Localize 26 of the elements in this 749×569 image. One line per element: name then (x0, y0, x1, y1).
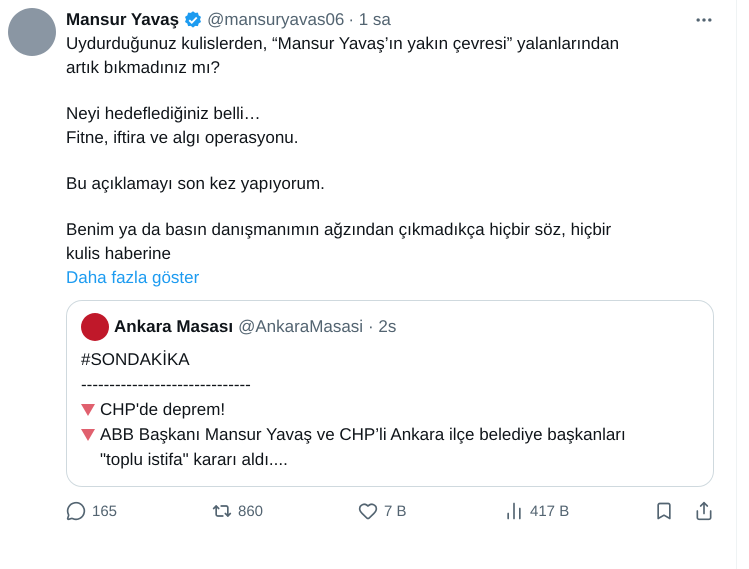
post-text: Uydurduğunuz kulislerden, “Mansur Yavaş’ın yakın çevresi” yalanlarından artık bıkmadınız mı? (66, 33, 620, 79)
share-icon[interactable] (694, 501, 714, 521)
quoted-post-time: · 2s (368, 317, 396, 337)
triangle-icon (81, 404, 95, 416)
quoted-author-handle: @AnkaraMasasi (238, 317, 364, 337)
quoted-text-line: ------------------------------ (81, 374, 251, 396)
quoted-text-line: CHP'de deprem! (100, 399, 226, 421)
avatar-photo-placeholder[interactable] (8, 8, 56, 56)
like-stat[interactable]: 7 B (358, 501, 504, 521)
heart-icon (358, 501, 378, 521)
quoted-text-line: #SONDAKİKA (81, 349, 190, 371)
logo-icon (81, 313, 109, 341)
post-text: Neyi hedeflediğiniz belli… Fitne, iftira ve algı operasyonu. (66, 103, 300, 149)
post-text: Benim ya da basın danışmanımın ağzından çıkmadıkça hiçbir söz, hiçbir kulis haberine (66, 219, 612, 265)
post-text: Bu açıklamayı son kez yapıyorum. (66, 173, 326, 195)
speech-bubble-icon (66, 501, 86, 521)
post-time[interactable]: · 1 sa (348, 10, 391, 30)
author-name[interactable]: Mansur Yavaş (66, 10, 180, 30)
quoted-author-name: Ankara Masası (114, 317, 234, 337)
quoted-post-card[interactable]: Ankara Masası @AnkaraMasasi · 2s #SONDAKİKA ------------------------------ CHP'de deprem! ABB Başkanı Mansur Yavaş ve CHP’li Ankara ilçe belediye başkanları "toplu istifa" kararı aldı.... (66, 300, 714, 487)
author-handle[interactable]: @mansuryavas06 (207, 10, 344, 30)
quoted-text-line: ABB Başkanı Mansur Yavaş ve CHP’li Ankara ilçe belediye başkanları "toplu istifa" kararı aldı.... (100, 424, 627, 471)
triangle-icon (81, 429, 95, 441)
views-stat[interactable]: 417 B (504, 501, 650, 521)
reply-stat[interactable]: 165 (66, 501, 212, 521)
repost-stat[interactable]: 860 (212, 501, 358, 521)
